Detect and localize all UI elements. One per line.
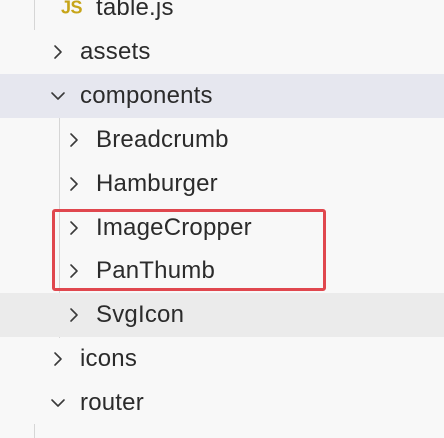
js-file-icon: JS: [61, 0, 83, 18]
tree-item-label: components: [80, 82, 213, 109]
tree-item-icons[interactable]: icons: [0, 337, 444, 381]
tree-item-label: assets: [80, 38, 151, 65]
tree-item-label: table.js: [96, 0, 174, 21]
tree-item-label: SvgIcon: [96, 301, 185, 328]
tree-item-svgicon[interactable]: SvgIcon: [0, 293, 444, 337]
file-explorer-tree: JS table.js assets components Breadcrumb…: [0, 0, 444, 438]
indent-guide: [34, 424, 35, 438]
tree-item-components[interactable]: components: [0, 74, 444, 118]
tree-item-label: router: [80, 389, 144, 416]
chevron-down-icon[interactable]: [49, 87, 67, 105]
highlight-annotation-box: [52, 209, 326, 291]
chevron-right-icon[interactable]: [65, 306, 83, 324]
tree-item-assets[interactable]: assets: [0, 30, 444, 74]
tree-item-breadcrumb[interactable]: Breadcrumb: [0, 118, 444, 162]
tree-item-table-js[interactable]: JS table.js: [0, 0, 444, 30]
tree-item-router[interactable]: router: [0, 381, 444, 425]
tree-item-label: icons: [80, 345, 138, 372]
tree-item-hamburger[interactable]: Hamburger: [0, 162, 444, 206]
chevron-right-icon[interactable]: [49, 43, 67, 61]
chevron-right-icon[interactable]: [65, 131, 83, 149]
tree-item-label: Breadcrumb: [96, 126, 229, 153]
chevron-right-icon[interactable]: [65, 175, 83, 193]
chevron-right-icon[interactable]: [49, 350, 67, 368]
tree-item-label: Hamburger: [96, 170, 218, 197]
chevron-down-icon[interactable]: [49, 394, 67, 412]
